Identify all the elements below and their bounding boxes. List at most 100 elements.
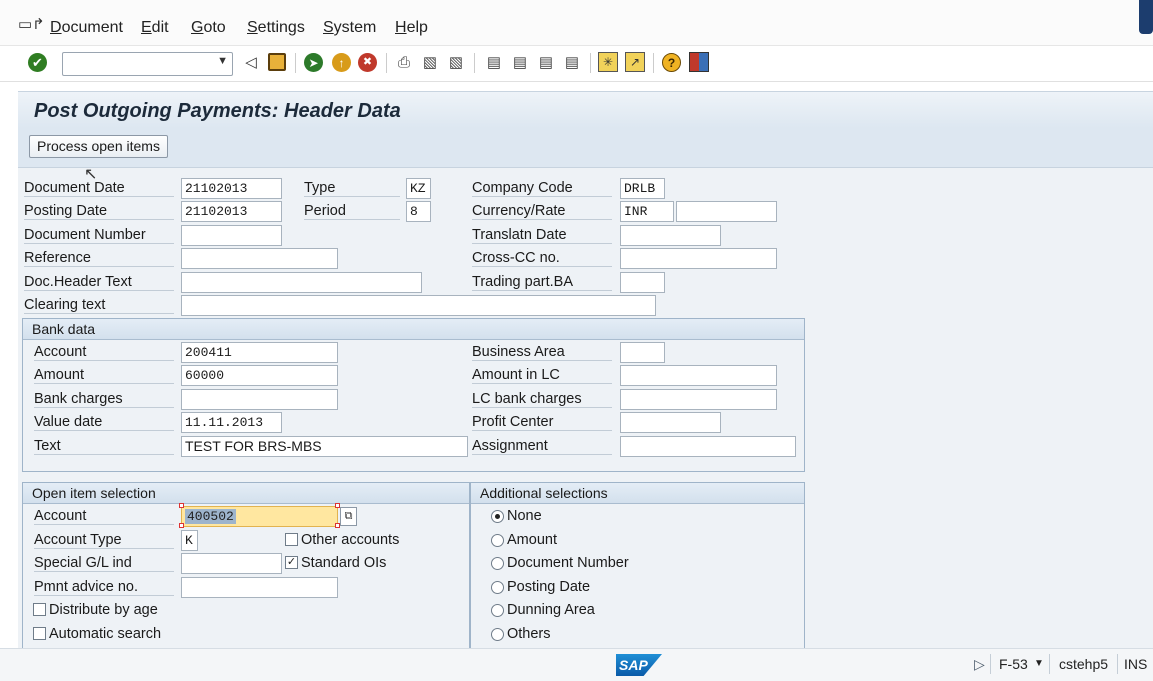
posting-date-field[interactable]: 21102013	[181, 201, 282, 222]
other-accounts-checkbox[interactable]	[285, 533, 298, 546]
page-title: Post Outgoing Payments: Header Data	[34, 100, 401, 122]
account-type-field[interactable]: K	[181, 530, 198, 551]
radio-amount[interactable]	[491, 534, 504, 547]
transaction-dropdown-icon[interactable]: ▼	[1034, 658, 1044, 669]
automatic-search-checkbox[interactable]	[33, 627, 46, 640]
trading-part-field[interactable]	[620, 272, 665, 293]
bank-charges-field[interactable]	[181, 389, 338, 410]
bank-account-field[interactable]: 200411	[181, 342, 338, 363]
text-field[interactable]: TEST FOR BRS-MBS	[181, 436, 468, 457]
status-expand-icon[interactable]: ▷	[974, 656, 985, 673]
account-type-label: Account Type	[34, 532, 174, 549]
find-next-icon[interactable]: ▧	[446, 52, 466, 72]
exchange-rate-field[interactable]	[676, 201, 777, 222]
doc-header-text-label: Doc.Header Text	[24, 274, 174, 291]
menu-icon[interactable]: ▭↱	[18, 15, 45, 33]
first-page-icon[interactable]: ▤	[484, 52, 504, 72]
menu-help[interactable]: Help	[395, 19, 428, 37]
help-icon[interactable]: ?	[662, 53, 681, 72]
document-date-label: Document Date	[24, 180, 174, 197]
menu-edit[interactable]: Edit	[141, 19, 169, 37]
clearing-text-label: Clearing text	[24, 297, 174, 314]
additional-selections-header: Additional selections	[471, 483, 804, 504]
reference-field[interactable]	[181, 248, 338, 269]
trading-part-label: Trading part.BA	[472, 274, 612, 291]
cancel-icon[interactable]: ✖	[358, 53, 377, 72]
radio-amount-label: Amount	[507, 532, 557, 548]
lc-bank-charges-label: LC bank charges	[472, 391, 612, 408]
search-help-icon[interactable]: ⧉	[340, 507, 357, 526]
previous-page-icon[interactable]: ▤	[510, 52, 530, 72]
special-gl-field[interactable]	[181, 553, 282, 574]
document-date-field[interactable]: 21102013	[181, 178, 282, 199]
company-code-field[interactable]: DRLB	[620, 178, 665, 199]
oi-account-field[interactable]: 400502	[181, 506, 338, 527]
standard-ois-checkbox[interactable]: ✓	[285, 556, 298, 569]
type-field[interactable]: KZ	[406, 178, 431, 199]
toolbar-separator	[386, 53, 387, 73]
currency-field[interactable]: INR	[620, 201, 674, 222]
business-area-field[interactable]	[620, 342, 665, 363]
amount-field[interactable]: 60000	[181, 365, 338, 386]
standard-ois-label: Standard OIs	[301, 555, 387, 571]
server-name: cstehp5	[1059, 656, 1109, 672]
pmnt-advice-field[interactable]	[181, 577, 338, 598]
next-page-icon[interactable]: ▤	[536, 52, 556, 72]
type-label: Type	[304, 180, 400, 197]
enter-icon[interactable]: ✔	[28, 53, 47, 72]
doc-header-text-field[interactable]	[181, 272, 422, 293]
back-icon[interactable]: ➤	[304, 53, 323, 72]
amount-in-lc-field[interactable]	[620, 365, 777, 386]
menu-document[interactable]: Document	[50, 19, 123, 37]
save-icon[interactable]	[268, 53, 286, 71]
insert-mode: INS	[1124, 656, 1148, 672]
radio-none[interactable]	[491, 510, 504, 523]
exit-icon[interactable]: ↑	[332, 53, 351, 72]
distribute-by-age-label: Distribute by age	[49, 602, 158, 618]
distribute-by-age-checkbox[interactable]	[33, 603, 46, 616]
customize-layout-icon[interactable]	[689, 52, 709, 72]
radio-dunning-area-label: Dunning Area	[507, 602, 595, 618]
clearing-text-field[interactable]	[181, 295, 656, 316]
application-toolbar: Process open items	[18, 128, 1153, 168]
pmnt-advice-label: Pmnt advice no.	[34, 579, 174, 596]
toolbar-separator	[474, 53, 475, 73]
command-field[interactable]: ▼	[62, 52, 233, 76]
process-open-items-button[interactable]: Process open items	[29, 135, 168, 158]
chevron-down-icon[interactable]: ▼	[217, 55, 228, 67]
find-icon[interactable]: ▧	[420, 52, 440, 72]
shortcut-icon[interactable]: ↗	[625, 52, 645, 72]
value-date-field[interactable]: 11.11.2013	[181, 412, 282, 433]
mouse-cursor-icon: ↖	[84, 166, 98, 183]
menu-system[interactable]: System	[323, 19, 376, 37]
radio-dunning-area[interactable]	[491, 604, 504, 617]
assignment-field[interactable]	[620, 436, 796, 457]
translatn-date-field[interactable]	[620, 225, 721, 246]
bank-data-header: Bank data	[23, 319, 804, 340]
menu-settings[interactable]: Settings	[247, 19, 305, 37]
back-arrow-icon[interactable]: ◁	[241, 52, 261, 72]
toolbar-separator	[295, 53, 296, 73]
toolbar-separator	[590, 53, 591, 73]
document-number-field[interactable]	[181, 225, 282, 246]
profit-center-field[interactable]	[620, 412, 721, 433]
new-session-icon[interactable]: ✳	[598, 52, 618, 72]
menu-goto[interactable]: Goto	[191, 19, 226, 37]
title-bar: Post Outgoing Payments: Header Data	[18, 91, 1153, 128]
radio-posting-date[interactable]	[491, 581, 504, 594]
company-code-label: Company Code	[472, 180, 612, 197]
transaction-code[interactable]: F-53	[999, 656, 1028, 672]
special-gl-label: Special G/L ind	[34, 555, 174, 572]
radio-document-number[interactable]	[491, 557, 504, 570]
radio-others-label: Others	[507, 626, 551, 642]
bank-account-label: Account	[34, 344, 174, 361]
lc-bank-charges-field[interactable]	[620, 389, 777, 410]
toolbar-separator	[653, 53, 654, 73]
period-field[interactable]: 8	[406, 201, 431, 222]
radio-others[interactable]	[491, 628, 504, 641]
print-icon[interactable]: ⎙	[394, 52, 414, 72]
cross-cc-field[interactable]	[620, 248, 777, 269]
window-corner	[1139, 0, 1153, 34]
last-page-icon[interactable]: ▤	[562, 52, 582, 72]
bank-charges-label: Bank charges	[34, 391, 174, 408]
